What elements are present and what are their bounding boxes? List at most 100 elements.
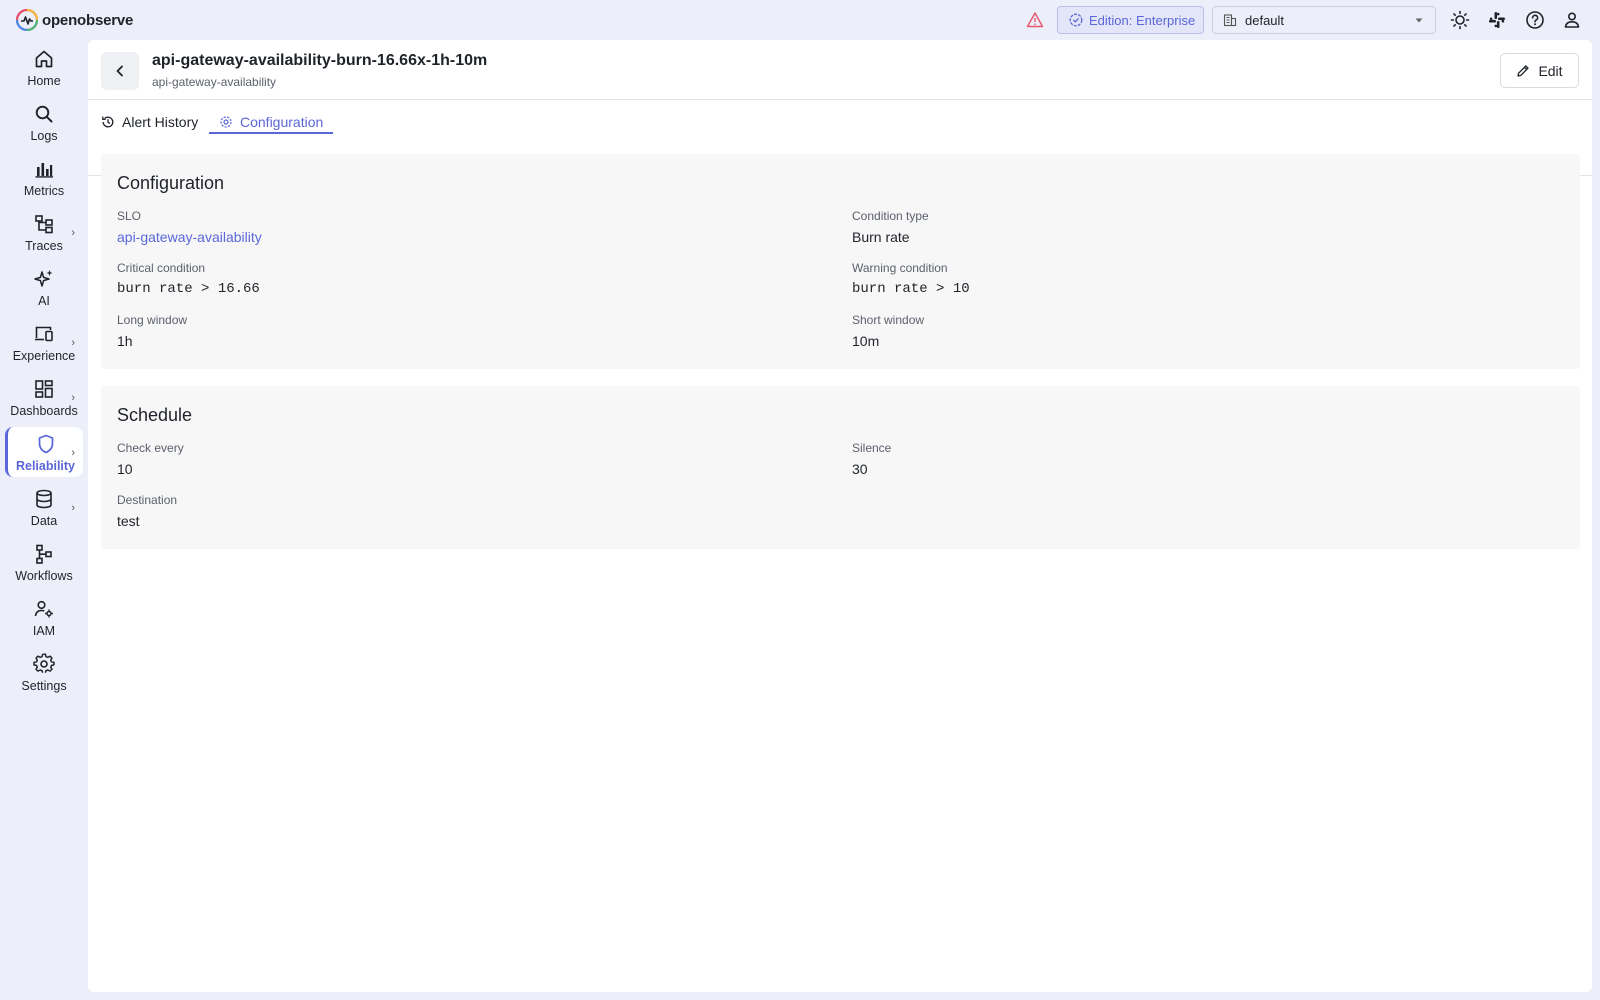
chevron-right-icon: › <box>71 392 75 404</box>
sidebar-item-metrics[interactable]: Metrics <box>5 152 83 202</box>
bar-chart-icon <box>35 163 53 178</box>
configuration-section: Configuration SLO api-gateway-availabili… <box>101 154 1580 369</box>
field-value: test <box>117 513 140 529</box>
field-condition-type: Condition type Burn rate <box>852 209 929 245</box>
field-destination: Destination test <box>117 493 177 529</box>
field-check-every: Check every 10 <box>117 441 184 477</box>
sidebar-item-label: Data <box>30 514 58 528</box>
edit-button-label: Edit <box>1538 62 1563 79</box>
slack-icon[interactable] <box>1487 10 1507 30</box>
sidebar-item-dashboards[interactable]: Dashboards › <box>5 372 83 422</box>
gear-icon <box>33 653 55 673</box>
edition-label: Edition: Enterprise <box>1089 12 1196 28</box>
home-icon <box>35 50 53 68</box>
devices-icon <box>35 326 53 342</box>
field-value: 30 <box>852 461 868 477</box>
workflow-icon <box>36 544 52 564</box>
openobserve-logo-icon <box>16 9 38 31</box>
user-icon[interactable] <box>1562 10 1582 30</box>
logo-text: openobserve <box>42 11 134 29</box>
field-critical-condition: Critical condition burn rate > 16.66 <box>117 261 260 297</box>
field-label: SLO <box>117 209 142 223</box>
sidebar-item-label: Experience <box>12 349 76 363</box>
sidebar-item-label: Logs <box>30 129 58 143</box>
edition-badge[interactable]: Edition: Enterprise <box>1057 6 1204 34</box>
theme-toggle-sun-icon[interactable] <box>1450 10 1470 30</box>
edit-button[interactable]: Edit <box>1500 53 1579 88</box>
chevron-right-icon: › <box>71 447 75 459</box>
shield-icon <box>38 434 53 454</box>
page-header: api-gateway-availability-burn-16.66x-1h-… <box>88 40 1592 100</box>
top-bar: openobserve Edition: Enterprise default <box>0 0 1600 40</box>
sparkle-icon <box>34 270 53 287</box>
building-icon <box>1223 14 1237 27</box>
sidebar-item-label: AI <box>38 294 50 308</box>
sidebar-item-settings[interactable]: Settings <box>5 647 83 697</box>
traces-icon <box>35 215 53 234</box>
sidebar-item-reliability[interactable]: Reliability › <box>5 427 83 477</box>
schedule-section: Schedule Check every 10 Silence 30 Desti… <box>101 386 1580 549</box>
sidebar-item-data[interactable]: Data › <box>5 482 83 532</box>
warning-icon[interactable] <box>1026 11 1044 29</box>
help-icon[interactable] <box>1525 10 1545 30</box>
field-short-window: Short window 10m <box>852 313 924 349</box>
page-title: api-gateway-availability-burn-16.66x-1h-… <box>152 52 488 69</box>
pencil-icon <box>1517 64 1530 77</box>
field-value: 1h <box>117 333 133 349</box>
sidebar: Home Logs Metrics Traces › AI Experience… <box>0 40 88 1000</box>
chevron-left-icon <box>116 65 123 77</box>
sidebar-item-label: Dashboards <box>10 404 78 418</box>
sidebar-item-iam[interactable]: IAM <box>5 592 83 642</box>
field-label: Destination <box>117 493 178 507</box>
slo-link[interactable]: api-gateway-availability <box>117 229 262 245</box>
sidebar-item-traces[interactable]: Traces › <box>5 207 83 257</box>
tab-label: Configuration <box>240 114 324 130</box>
tab-label: Alert History <box>122 114 199 130</box>
org-select[interactable]: default <box>1212 6 1436 34</box>
active-tab-indicator <box>209 132 333 134</box>
main-panel: api-gateway-availability-burn-16.66x-1h-… <box>88 40 1592 992</box>
sidebar-item-logs[interactable]: Logs <box>5 97 83 147</box>
search-icon <box>35 105 53 123</box>
tab-alert-history[interactable]: Alert History <box>101 109 198 135</box>
gear-icon <box>220 116 232 128</box>
field-value: 10 <box>117 461 133 477</box>
sidebar-item-workflows[interactable]: Workflows <box>5 537 83 587</box>
caret-down-icon <box>1415 18 1423 23</box>
field-value: 10m <box>852 333 880 349</box>
field-slo: SLO api-gateway-availability <box>117 209 262 245</box>
back-button[interactable] <box>101 52 139 90</box>
sidebar-item-label: Workflows <box>15 569 73 583</box>
section-title: Schedule <box>117 405 193 425</box>
org-select-value: default <box>1245 12 1285 28</box>
history-icon <box>102 116 114 128</box>
field-label: Critical condition <box>117 261 206 275</box>
field-value: burn rate > 16.66 <box>117 281 260 297</box>
sidebar-item-experience[interactable]: Experience › <box>5 317 83 367</box>
database-icon <box>36 489 52 509</box>
field-label: Warning condition <box>852 261 948 275</box>
sidebar-item-label: Home <box>27 74 61 88</box>
sidebar-item-label: IAM <box>32 624 56 638</box>
chevron-right-icon: › <box>71 337 75 349</box>
user-gear-icon <box>34 600 53 618</box>
page-subtitle: api-gateway-availability <box>152 75 277 89</box>
verified-badge-icon <box>1069 13 1083 27</box>
field-warning-condition: Warning condition burn rate > 10 <box>852 261 970 297</box>
dashboard-icon <box>35 380 53 398</box>
field-value: Burn rate <box>852 229 910 245</box>
field-silence: Silence 30 <box>852 441 891 477</box>
sidebar-item-ai[interactable]: AI <box>5 262 83 312</box>
field-label: Long window <box>117 313 188 327</box>
app-logo[interactable]: openobserve <box>16 8 133 32</box>
field-label: Short window <box>852 313 925 327</box>
field-value: burn rate > 10 <box>852 281 970 297</box>
sidebar-item-label: Metrics <box>23 184 65 198</box>
chevron-right-icon: › <box>71 502 75 514</box>
field-label: Check every <box>117 441 184 455</box>
section-title: Configuration <box>117 173 225 193</box>
sidebar-item-home[interactable]: Home <box>5 42 83 92</box>
chevron-right-icon: › <box>71 227 75 239</box>
sidebar-item-label: Reliability <box>15 459 76 473</box>
field-label: Silence <box>852 441 892 455</box>
